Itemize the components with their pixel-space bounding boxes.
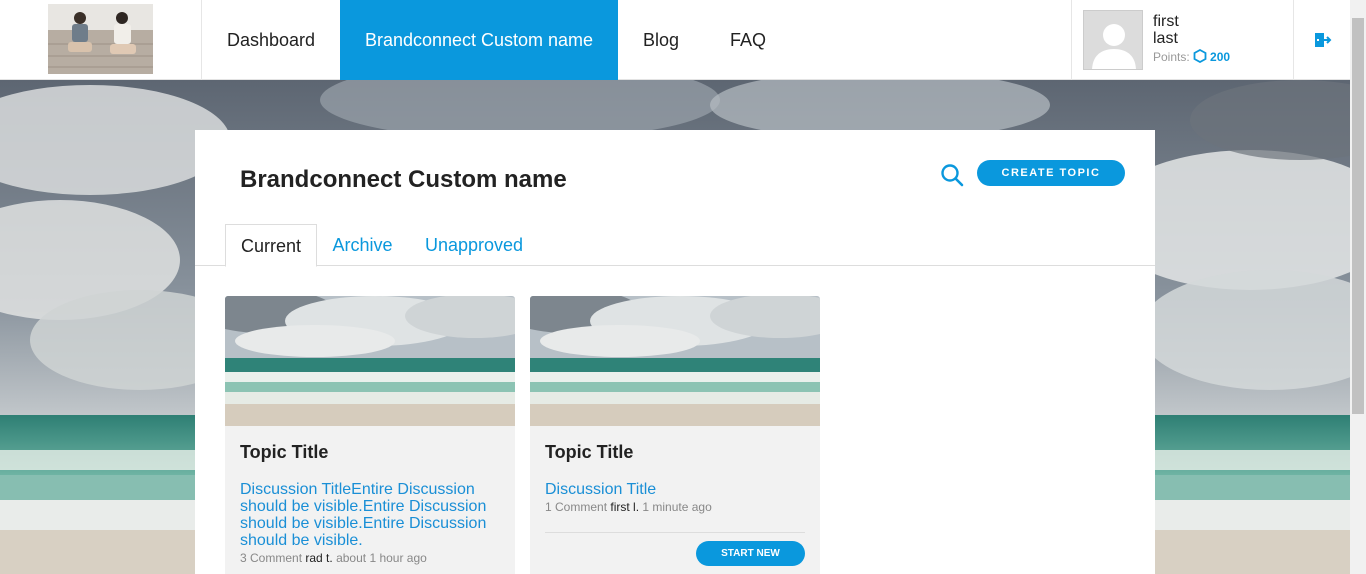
- points-value: 200: [1210, 50, 1231, 64]
- discussion-link[interactable]: Discussion Title: [545, 481, 807, 498]
- card-divider: [545, 532, 805, 533]
- user-last-name: last: [1153, 30, 1178, 47]
- nav-faq[interactable]: FAQ: [704, 0, 792, 80]
- tab-current[interactable]: Current: [225, 224, 317, 267]
- avatar-placeholder-icon: [1083, 10, 1143, 70]
- nav-brandconnect[interactable]: Brandconnect Custom name: [340, 0, 618, 80]
- comment-time: 1 minute ago: [642, 500, 712, 514]
- page-title: Brandconnect Custom name: [240, 166, 567, 193]
- topic-cover-image: [530, 296, 820, 426]
- page-scrollbar[interactable]: [1350, 0, 1366, 574]
- user-points: Points: 200: [1153, 48, 1231, 64]
- topic-tabs: Current Archive Unapproved: [195, 224, 1155, 267]
- tab-archive[interactable]: Archive: [329, 224, 396, 266]
- topic-card[interactable]: Topic Title Discussion TitleEntire Discu…: [225, 296, 515, 574]
- nav-dashboard[interactable]: Dashboard: [202, 0, 340, 80]
- logo-cell: [0, 0, 202, 80]
- brand-logo-photo[interactable]: [48, 4, 153, 74]
- topic-card[interactable]: Topic Title Discussion Title 1 Comment f…: [530, 296, 820, 574]
- topic-title: Topic Title: [240, 442, 329, 462]
- comment-author: first l.: [610, 500, 640, 514]
- discussion-meta: 3 Comment rad t. about 1 hour ago: [240, 551, 427, 565]
- discussion-link[interactable]: Discussion TitleEntire Discussion should…: [240, 481, 502, 549]
- points-hexagon-icon: [1193, 48, 1207, 64]
- start-new-button[interactable]: START NEW: [696, 541, 805, 566]
- comment-time: about 1 hour ago: [336, 551, 427, 565]
- scrollbar-thumb[interactable]: [1352, 18, 1364, 414]
- comment-count: 1 Comment: [545, 500, 608, 514]
- user-profile[interactable]: first last Points: 200: [1071, 0, 1294, 80]
- topic-cover-image: [225, 296, 515, 426]
- topic-title: Topic Title: [545, 442, 634, 462]
- user-first-name: first: [1153, 13, 1179, 30]
- tab-unapproved[interactable]: Unapproved: [423, 224, 525, 266]
- points-label: Points:: [1153, 50, 1190, 64]
- logout-icon[interactable]: [1312, 30, 1332, 50]
- top-navigation-bar: Dashboard Brandconnect Custom name Blog …: [0, 0, 1350, 80]
- comment-count: 3 Comment: [240, 551, 303, 565]
- discussion-meta: 1 Comment first l. 1 minute ago: [545, 500, 712, 514]
- nav-blog[interactable]: Blog: [618, 0, 704, 80]
- comment-author: rad t.: [305, 551, 333, 565]
- search-icon[interactable]: [940, 163, 964, 187]
- create-topic-button[interactable]: CREATE TOPIC: [977, 160, 1125, 186]
- topics-panel: Brandconnect Custom name CREATE TOPIC Cu…: [195, 130, 1155, 574]
